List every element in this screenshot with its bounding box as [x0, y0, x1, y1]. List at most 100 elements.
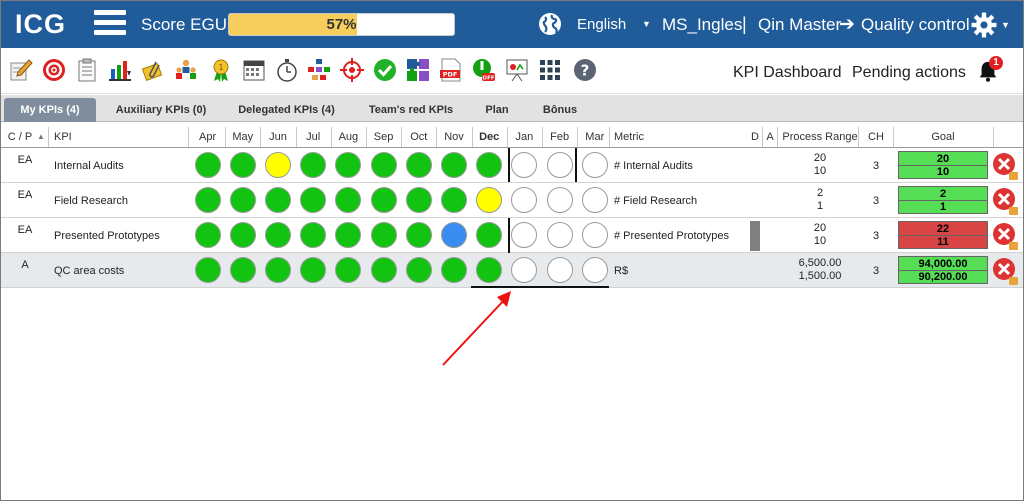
status-dot-green[interactable]: [370, 222, 397, 248]
crosshair-icon[interactable]: [340, 58, 364, 82]
status-dot-green[interactable]: [405, 187, 432, 213]
calendar-icon[interactable]: [242, 58, 266, 82]
status-dot-empty[interactable]: [581, 257, 608, 283]
status-dot-green[interactable]: [370, 187, 397, 213]
module-name[interactable]: Quality control: [861, 15, 970, 35]
status-dot-empty[interactable]: [511, 257, 538, 283]
status-dot-empty[interactable]: [546, 152, 573, 178]
status-dot-green[interactable]: [335, 222, 362, 248]
kpi-dashboard-link[interactable]: KPI Dashboard: [733, 64, 842, 82]
pdf-icon[interactable]: PDF: [439, 58, 463, 82]
user-name[interactable]: MS_Ingles: [662, 15, 742, 35]
status-dot-green[interactable]: [194, 222, 221, 248]
status-dot-green[interactable]: [300, 222, 327, 248]
status-dot-green[interactable]: [405, 222, 432, 248]
kpi-name[interactable]: Presented Prototypes: [54, 230, 160, 242]
status-dot-green[interactable]: [194, 152, 221, 178]
status-dot-green[interactable]: [300, 257, 327, 283]
status-dot-empty[interactable]: [581, 152, 608, 178]
tab-teams-red-kpis[interactable]: Team's red KPIs: [361, 98, 461, 122]
menu-icon[interactable]: [94, 10, 126, 36]
status-dot-green[interactable]: [405, 257, 432, 283]
column-header-metric[interactable]: Metric: [614, 127, 644, 147]
globe-icon[interactable]: [538, 12, 562, 36]
tab-plan[interactable]: Plan: [477, 98, 517, 122]
status-dot-empty[interactable]: [546, 257, 573, 283]
status-dot-green[interactable]: [300, 187, 327, 213]
status-dot-green[interactable]: [441, 152, 467, 178]
pencil-icon[interactable]: [9, 58, 33, 82]
app-logo[interactable]: ICG: [15, 9, 66, 40]
paperclip-icon[interactable]: [141, 58, 165, 82]
status-dot-green[interactable]: [476, 257, 503, 283]
goal-box[interactable]: 94,000.00 90,200.00: [898, 256, 988, 284]
kpi-name[interactable]: QC area costs: [54, 265, 124, 277]
status-dot-green[interactable]: [370, 257, 397, 283]
table-row[interactable]: EA Field Research # Field Research 2 1 3 2 1: [1, 183, 1023, 218]
status-dot-empty[interactable]: [511, 222, 538, 248]
status-dot-green[interactable]: [335, 187, 362, 213]
puzzle-icon[interactable]: [406, 58, 430, 82]
pending-actions-link[interactable]: Pending actions: [852, 64, 966, 82]
status-dot-green[interactable]: [476, 222, 503, 248]
award-icon[interactable]: 1: [209, 58, 233, 82]
status-dot-green[interactable]: [265, 257, 291, 283]
status-dot-empty[interactable]: [546, 222, 573, 248]
tab-bonus[interactable]: Bônus: [533, 98, 587, 122]
chevron-down-icon[interactable]: ▼: [642, 19, 651, 29]
status-dot-green[interactable]: [370, 152, 397, 178]
status-dot-yellow[interactable]: [476, 187, 503, 213]
status-dot-blue[interactable]: [441, 222, 467, 248]
power-off-icon[interactable]: OFF: [472, 58, 496, 82]
status-dot-green[interactable]: [194, 257, 221, 283]
stopwatch-icon[interactable]: [275, 58, 299, 82]
tab-my-kpis[interactable]: My KPIs (4): [4, 98, 96, 122]
table-row[interactable]: EA Presented Prototypes # Presented Protot…: [1, 218, 1023, 253]
language-selector[interactable]: English: [577, 16, 626, 33]
status-dot-empty[interactable]: [581, 187, 608, 213]
status-dot-empty[interactable]: [511, 187, 538, 213]
status-dot-green[interactable]: [229, 257, 256, 283]
help-icon[interactable]: ?: [573, 58, 597, 82]
column-header-kpi[interactable]: KPI: [54, 127, 72, 147]
gear-icon[interactable]: [971, 12, 997, 38]
team-icon[interactable]: [174, 58, 198, 82]
kpi-name[interactable]: Internal Audits: [54, 160, 124, 172]
chevron-down-icon[interactable]: ▼: [1001, 20, 1010, 30]
status-dot-green[interactable]: [300, 152, 327, 178]
grid-icon[interactable]: [538, 58, 562, 82]
goal-box[interactable]: 20 10: [898, 151, 988, 179]
status-dot-green[interactable]: [405, 152, 432, 178]
status-dot-green[interactable]: [229, 222, 256, 248]
table-row[interactable]: A QC area costs R$ 6,500.00 1,500.00 3 94,000.…: [1, 253, 1023, 288]
status-dot-empty[interactable]: [546, 187, 573, 213]
status-dot-green[interactable]: [229, 152, 256, 178]
goal-box[interactable]: 21: [898, 186, 988, 214]
status-dot-yellow[interactable]: [265, 152, 291, 178]
status-dot-green[interactable]: [265, 187, 291, 213]
clipboard-icon[interactable]: [75, 58, 99, 82]
column-header-cp[interactable]: C / P: [5, 127, 35, 147]
target-icon[interactable]: [42, 58, 66, 82]
tab-delegated-kpis[interactable]: Delegated KPIs (4): [229, 98, 344, 122]
kpi-name[interactable]: Field Research: [54, 195, 128, 207]
check-circle-icon[interactable]: [373, 58, 397, 82]
sort-asc-icon[interactable]: ▲: [35, 127, 47, 147]
status-dot-green[interactable]: [441, 187, 467, 213]
status-dot-green[interactable]: [194, 187, 221, 213]
status-dot-green[interactable]: [335, 152, 362, 178]
status-dot-green[interactable]: [229, 187, 256, 213]
status-dot-empty[interactable]: [581, 222, 608, 248]
status-dot-empty[interactable]: [511, 152, 538, 178]
chart-down-icon[interactable]: [108, 58, 132, 82]
table-row[interactable]: EA Internal Audits # Internal Audits 20 10 3 2…: [1, 148, 1023, 183]
hierarchy-icon[interactable]: [307, 58, 331, 82]
status-dot-green[interactable]: [335, 257, 362, 283]
tab-auxiliary-kpis[interactable]: Auxiliary KPIs (0): [106, 98, 216, 122]
status-dot-green[interactable]: [265, 222, 291, 248]
goal-box[interactable]: 22 11: [898, 221, 988, 249]
status-dot-green[interactable]: [476, 152, 503, 178]
company-name[interactable]: Qin Master: [758, 15, 841, 35]
status-dot-green[interactable]: [441, 257, 467, 283]
presentation-icon[interactable]: [505, 58, 529, 82]
